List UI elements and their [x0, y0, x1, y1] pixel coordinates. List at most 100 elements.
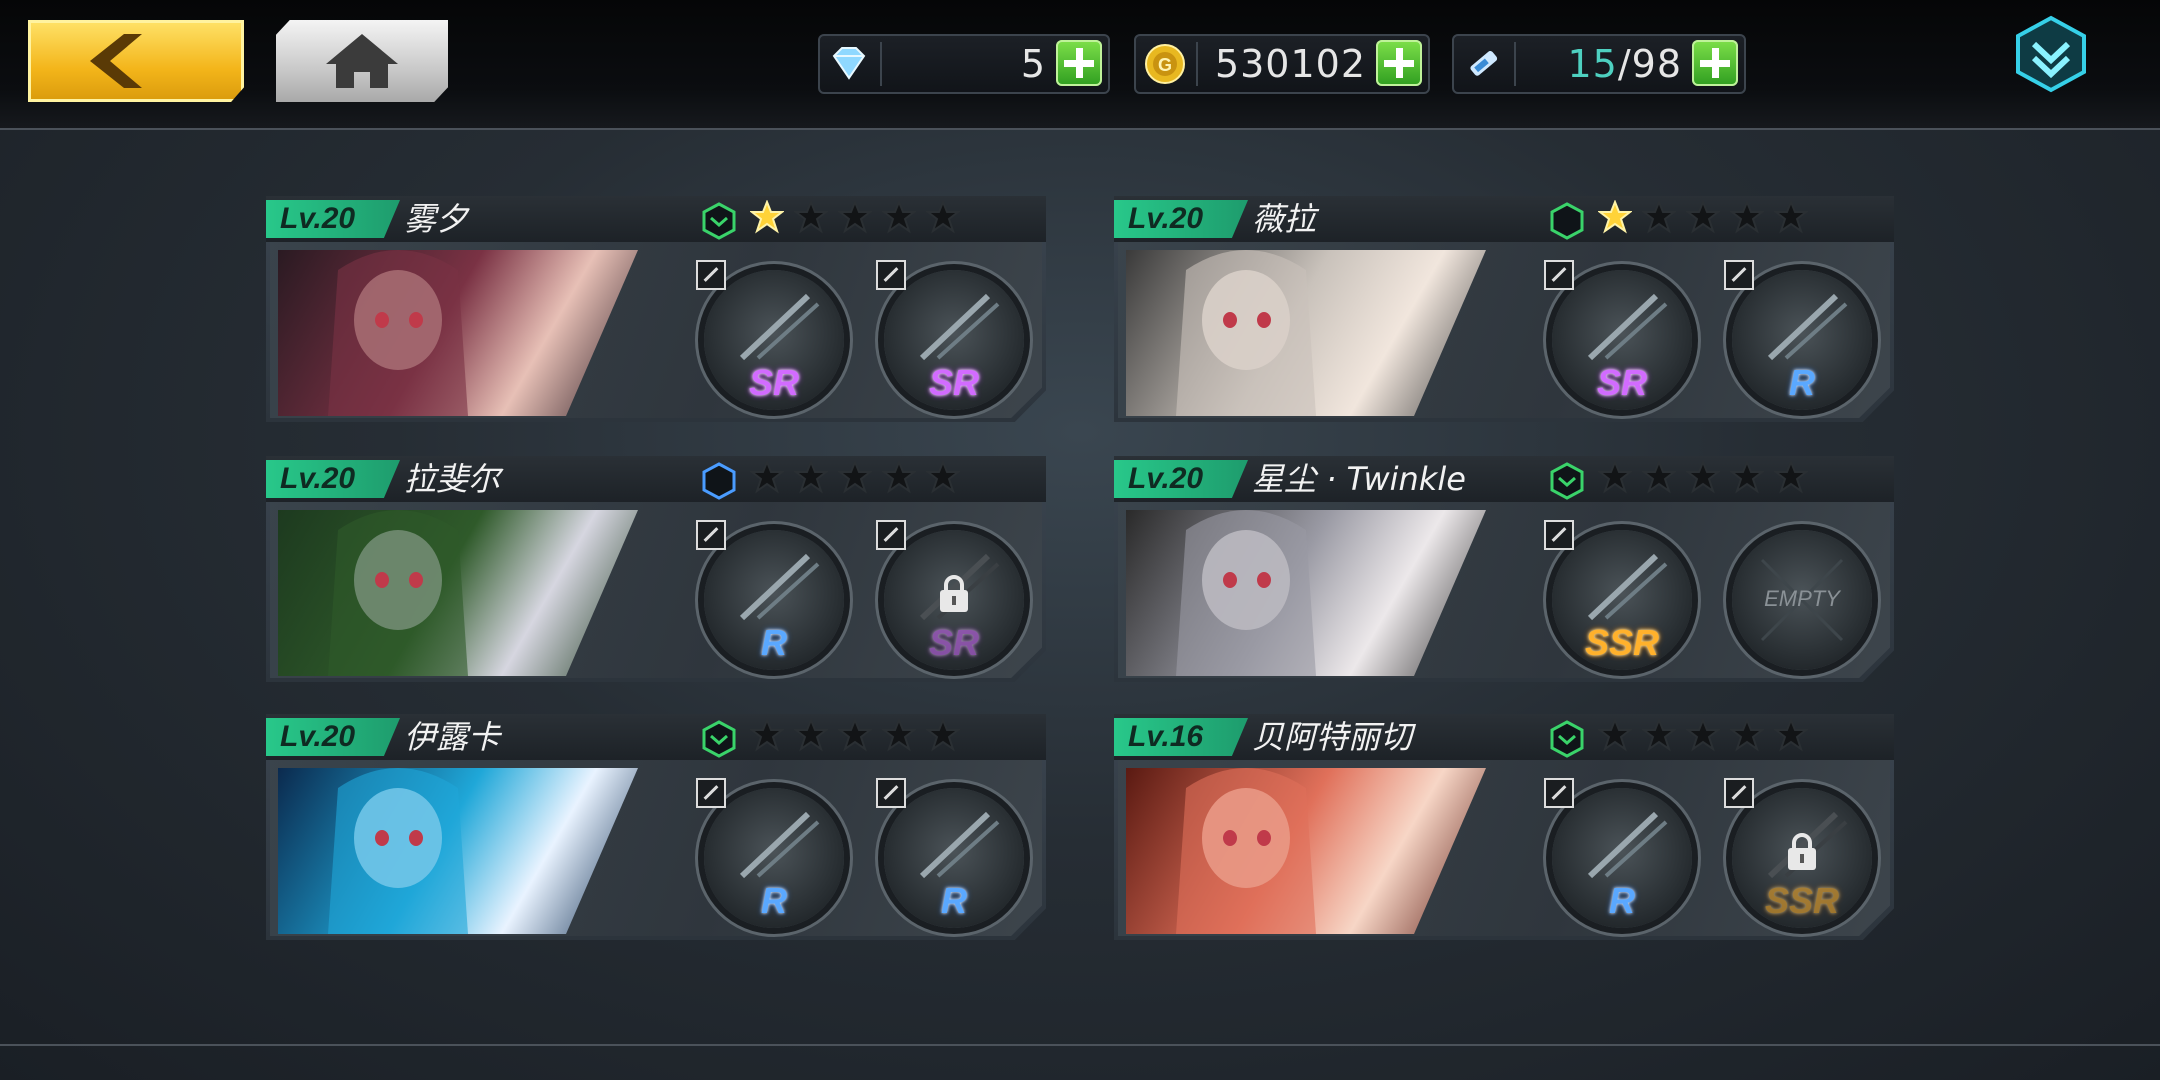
level-badge: Lv.20	[1114, 200, 1248, 238]
weapon-icon	[919, 293, 1000, 361]
star-icon	[1730, 718, 1764, 752]
star-icon	[838, 718, 872, 752]
edit-icon[interactable]	[876, 260, 906, 290]
lock-icon	[1788, 833, 1816, 870]
stamina-value: 15/98	[1567, 42, 1682, 86]
weapon-icon	[1587, 811, 1668, 879]
rarity-label: SSR	[1764, 880, 1840, 921]
star-rating	[1598, 460, 1818, 500]
character-card[interactable]: Lv.20 薇拉 SR R	[1114, 196, 1894, 422]
level-badge: Lv.20	[266, 718, 400, 756]
edit-icon[interactable]	[1724, 778, 1754, 808]
edit-icon[interactable]	[696, 260, 726, 290]
edit-icon[interactable]	[696, 778, 726, 808]
rarity-label: R	[761, 880, 787, 921]
gold-coin-icon: G	[1145, 44, 1185, 84]
star-icon	[838, 460, 872, 494]
rarity-label: SR	[928, 622, 979, 663]
star-icon	[1774, 460, 1808, 494]
star-icon	[1774, 200, 1808, 234]
rarity-label: SR	[748, 362, 799, 403]
weapon-slot[interactable]: SR	[1544, 260, 1692, 410]
weapon-slot[interactable]: SR	[876, 520, 1024, 670]
star-icon	[1642, 200, 1676, 234]
level-badge: Lv.20	[266, 460, 400, 498]
edit-icon[interactable]	[696, 520, 726, 550]
star-icon	[926, 718, 960, 752]
star-icon	[1598, 460, 1632, 494]
rank-hexagon-icon	[702, 202, 736, 240]
weapon-slot[interactable]: R	[1724, 260, 1872, 410]
lock-icon	[940, 575, 968, 612]
level-badge: Lv.20	[266, 200, 400, 238]
edit-icon[interactable]	[1544, 260, 1574, 290]
weapon-icon	[739, 553, 820, 621]
weapon-slot[interactable]: SR	[696, 260, 844, 410]
star-icon	[882, 718, 916, 752]
star-icon	[1686, 460, 1720, 494]
edit-icon[interactable]	[1544, 778, 1574, 808]
rarity-label: R	[1789, 362, 1815, 403]
gems-counter: 5	[818, 34, 1110, 94]
star-icon	[1642, 718, 1676, 752]
weapon-slot[interactable]: R	[696, 778, 844, 928]
level-badge: Lv.20	[1114, 460, 1248, 498]
rank-hexagon-icon	[1550, 202, 1584, 240]
bottom-divider	[0, 1044, 2160, 1046]
rarity-label: SSR	[1584, 622, 1660, 663]
character-card[interactable]: Lv.20 伊露卡 R R	[266, 714, 1046, 940]
weapon-icon	[919, 811, 1000, 879]
add-stamina-button[interactable]	[1692, 40, 1738, 86]
rarity-label: SR	[1596, 362, 1647, 403]
star-rating	[750, 200, 970, 240]
dropdown-menu-icon[interactable]	[2012, 14, 2090, 94]
weapon-icon	[739, 811, 820, 879]
character-card[interactable]: Lv.20 星尘 · Twinkle SSR EMPTY	[1114, 456, 1894, 682]
weapon-icon	[739, 293, 820, 361]
rank-hexagon-icon	[702, 720, 736, 758]
character-name: 贝阿特丽切	[1252, 718, 1413, 756]
weapon-slot[interactable]: SSR	[1724, 778, 1872, 928]
edit-icon[interactable]	[1544, 520, 1574, 550]
character-name: 拉斐尔	[404, 460, 501, 498]
weapon-icon	[1587, 553, 1668, 621]
star-icon	[794, 460, 828, 494]
weapon-icon	[1767, 293, 1848, 361]
weapon-slot[interactable]: SSR	[1544, 520, 1692, 670]
edit-icon[interactable]	[1724, 260, 1754, 290]
weapon-slot[interactable]: R	[696, 520, 844, 670]
edit-icon[interactable]	[876, 778, 906, 808]
syringe-icon	[1470, 50, 1498, 76]
character-name: 薇拉	[1252, 200, 1317, 238]
add-gems-button[interactable]	[1056, 40, 1102, 86]
star-icon	[794, 718, 828, 752]
star-icon	[838, 200, 872, 234]
home-icon	[326, 34, 398, 88]
gems-value: 5	[1020, 42, 1046, 86]
character-name: 雾夕	[404, 200, 469, 238]
weapon-slot[interactable]: R	[876, 778, 1024, 928]
stamina-counter: 15/98	[1452, 34, 1746, 94]
star-icon	[794, 200, 828, 234]
weapon-slot[interactable]: SR	[876, 260, 1024, 410]
svg-text:G: G	[1158, 55, 1172, 75]
weapon-icon	[1587, 293, 1668, 361]
home-button[interactable]	[276, 20, 448, 102]
weapon-slot-empty[interactable]: EMPTY	[1732, 530, 1872, 670]
add-gold-button[interactable]	[1376, 40, 1422, 86]
character-card[interactable]: Lv.20 拉斐尔 R SR	[266, 456, 1046, 682]
star-icon	[926, 200, 960, 234]
character-card[interactable]: Lv.20 雾夕 SR SR	[266, 196, 1046, 422]
character-card[interactable]: Lv.16 贝阿特丽切 R SSR	[1114, 714, 1894, 940]
top-bar: 5 G 530102 15/98	[0, 0, 2160, 130]
back-button[interactable]	[28, 20, 244, 102]
rarity-label: R	[1609, 880, 1635, 921]
rarity-label: SR	[928, 362, 979, 403]
star-icon	[750, 460, 784, 494]
star-icon	[882, 460, 916, 494]
back-arrow-icon	[90, 34, 142, 88]
star-icon	[1730, 460, 1764, 494]
edit-icon[interactable]	[876, 520, 906, 550]
weapon-slot[interactable]: R	[1544, 778, 1692, 928]
star-icon	[1598, 200, 1632, 234]
